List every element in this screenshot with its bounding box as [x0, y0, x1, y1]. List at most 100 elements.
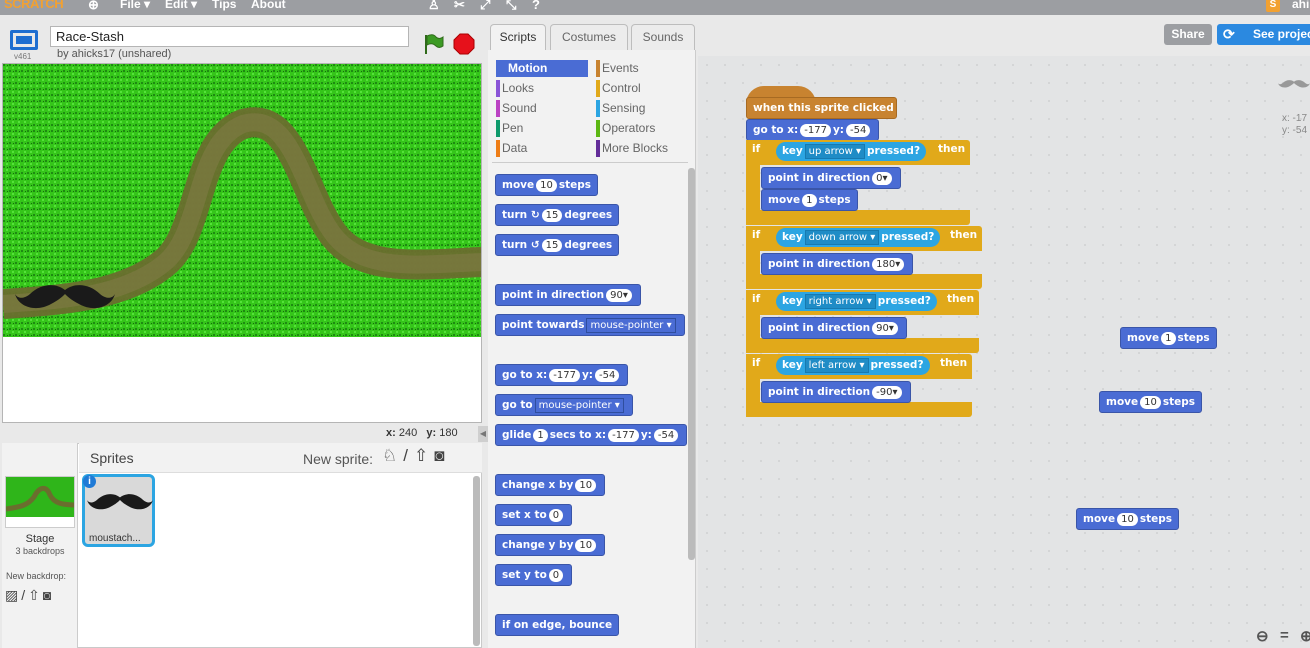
sprite-name: moustach... [89, 533, 141, 544]
if-up-arrow-block[interactable]: if key up arrow ▾ pressed? then point in d… [746, 140, 970, 225]
category-sound[interactable]: Sound [496, 100, 588, 117]
user-icon[interactable]: S [1266, 0, 1280, 12]
tab-sounds[interactable]: Sounds [631, 24, 695, 50]
category-motion[interactable]: Motion [496, 60, 588, 77]
stage-thumbnail[interactable] [5, 476, 75, 528]
palette-turn-left-block[interactable]: turn ↺ 15 degrees [495, 234, 620, 256]
category-pen[interactable]: Pen [496, 120, 588, 137]
share-button[interactable]: Share [1164, 24, 1212, 45]
point-direction-90-block[interactable]: point in direction 90▾ [761, 317, 907, 339]
palette-point-direction-block[interactable]: point in direction 90▾ [495, 284, 641, 306]
point-direction-0-block[interactable]: point in direction 0▾ [761, 167, 901, 189]
menu-bar: SCRATCH ⊕ File ▾ Edit ▾ Tips About ♙ ✂ ⤢… [0, 0, 1310, 15]
new-backdrop-label: New backdrop: [6, 571, 67, 581]
version-label: v461 [14, 52, 32, 61]
tab-scripts[interactable]: Scripts [490, 24, 546, 51]
see-project-page-button[interactable]: ⟳ See projec [1217, 24, 1310, 45]
palette-change-x-block[interactable]: change x by 10 [495, 474, 606, 496]
palette-turn-right-block[interactable]: turn ↻ 15 degrees [495, 204, 620, 226]
when-sprite-clicked-block[interactable]: when this sprite clicked [746, 97, 897, 119]
scratch-logo[interactable]: SCRATCH [4, 0, 64, 11]
category-color-swatch [496, 80, 500, 97]
menu-tips[interactable]: Tips [212, 0, 236, 11]
project-title-input[interactable]: Race-Stash [50, 26, 409, 47]
palette-set-x-block[interactable]: set x to 0 [495, 504, 573, 526]
stop-icon[interactable] [453, 33, 475, 58]
shrink-icon[interactable]: ⤡ [506, 0, 516, 13]
sprites-scrollbar[interactable] [473, 476, 480, 646]
new-sprite-tools: ♘/⇧◙ [382, 446, 451, 466]
palette-point-towards-block[interactable]: point towards mouse-pointer ▾ [495, 314, 685, 336]
category-sensing[interactable]: Sensing [596, 100, 686, 117]
tab-costumes[interactable]: Costumes [550, 24, 628, 50]
duplicate-icon[interactable]: ♙ [428, 0, 440, 13]
category-data[interactable]: Data [496, 140, 588, 157]
stage-coordinates: x: 240 y: 180 [386, 427, 458, 439]
sprite-library-icon[interactable]: ♘ [382, 446, 403, 465]
camera-backdrop-icon[interactable]: ◙ [43, 587, 54, 603]
move-1-steps-block[interactable]: move 1 steps [761, 189, 858, 211]
palette-goto-block[interactable]: go to mouse-pointer ▾ [495, 394, 633, 416]
upload-backdrop-icon[interactable]: ⇧ [28, 587, 43, 603]
user-name[interactable]: ahi [1292, 0, 1309, 11]
loose-move-10-block-2[interactable]: move 10 steps [1076, 508, 1180, 530]
category-operators[interactable]: Operators [596, 120, 686, 137]
category-color-swatch [596, 140, 600, 157]
sprite-thumbnail[interactable]: i moustach... [82, 474, 155, 547]
grow-icon[interactable]: ⤢ [480, 0, 490, 13]
palette-change-y-block[interactable]: change y by 10 [495, 534, 606, 556]
project-byline: by ahicks17 (unshared) [57, 48, 172, 60]
category-looks[interactable]: Looks [496, 80, 588, 97]
category-label: Pen [502, 121, 524, 135]
menu-file[interactable]: File ▾ [120, 0, 150, 11]
loose-move-1-block[interactable]: move 1 steps [1120, 327, 1217, 349]
collapse-stage-icon[interactable]: ◀ [478, 426, 488, 442]
loose-move-10-block[interactable]: move 10 steps [1099, 391, 1203, 413]
menu-about[interactable]: About [251, 0, 286, 11]
palette-goto-xy-block[interactable]: go to x: -177 y: -54 [495, 364, 629, 386]
category-label: Looks [502, 81, 535, 95]
link-icon: ⟳ [1223, 26, 1235, 42]
if-left-arrow-block[interactable]: if key left arrow ▾ pressed? then point in… [746, 354, 972, 417]
palette-set-y-block[interactable]: set y to 0 [495, 564, 573, 586]
camera-sprite-icon[interactable]: ◙ [434, 446, 450, 465]
paint-sprite-icon[interactable]: / [403, 446, 414, 465]
category-color-swatch [496, 120, 500, 137]
category-more-blocks[interactable]: More Blocks [596, 140, 686, 157]
point-direction-180-block[interactable]: point in direction 180▾ [761, 253, 914, 275]
category-control[interactable]: Control [596, 80, 686, 97]
stage-canvas[interactable] [2, 63, 482, 423]
green-flag-icon[interactable] [422, 33, 444, 58]
turn-right-icon: ↻ [530, 209, 540, 221]
if-right-arrow-block[interactable]: if key right arrow ▾ pressed? then point i… [746, 290, 979, 353]
if-down-arrow-block[interactable]: if key down arrow ▾ pressed? then point in… [746, 226, 982, 289]
help-icon[interactable]: ? [532, 0, 540, 12]
category-label: Control [602, 81, 641, 95]
palette-glide-block[interactable]: glide 1 secs to x: -177 y: -54 [495, 424, 688, 446]
fullscreen-icon[interactable] [10, 30, 38, 50]
category-events[interactable]: Events [596, 60, 686, 77]
key-pressed-sensor[interactable]: key right arrow ▾ pressed? [776, 292, 937, 311]
category-color-swatch [596, 120, 600, 137]
zoom-out-icon[interactable]: ⊖ [1256, 627, 1269, 645]
key-pressed-sensor[interactable]: key left arrow ▾ pressed? [776, 356, 930, 375]
palette-bounce-block[interactable]: if on edge, bounce [495, 614, 620, 636]
category-label: Sound [502, 101, 537, 115]
palette-scrollbar[interactable] [688, 168, 695, 560]
palette-move-block[interactable]: move 10 steps [495, 174, 599, 196]
sprite-y-readout: y: -54 [1282, 125, 1308, 136]
upload-sprite-icon[interactable]: ⇧ [414, 446, 434, 465]
key-pressed-sensor[interactable]: key down arrow ▾ pressed? [776, 228, 941, 247]
turn-left-icon: ↺ [530, 239, 540, 251]
menu-edit[interactable]: Edit ▾ [165, 0, 197, 11]
backdrop-library-icon[interactable]: ▨ [5, 587, 21, 603]
zoom-in-icon[interactable]: ⊕ [1300, 627, 1310, 645]
point-direction-neg90-block[interactable]: point in direction -90▾ [761, 381, 911, 403]
key-pressed-sensor[interactable]: key up arrow ▾ pressed? [776, 142, 927, 161]
zoom-reset-icon[interactable]: = [1280, 627, 1289, 644]
moustache-sprite[interactable] [15, 282, 115, 315]
info-icon[interactable]: i [83, 475, 96, 488]
cut-icon[interactable]: ✂ [454, 0, 465, 13]
globe-icon[interactable]: ⊕ [88, 0, 99, 13]
script-goto-xy-block[interactable]: go to x: -177 y: -54 [746, 119, 880, 141]
